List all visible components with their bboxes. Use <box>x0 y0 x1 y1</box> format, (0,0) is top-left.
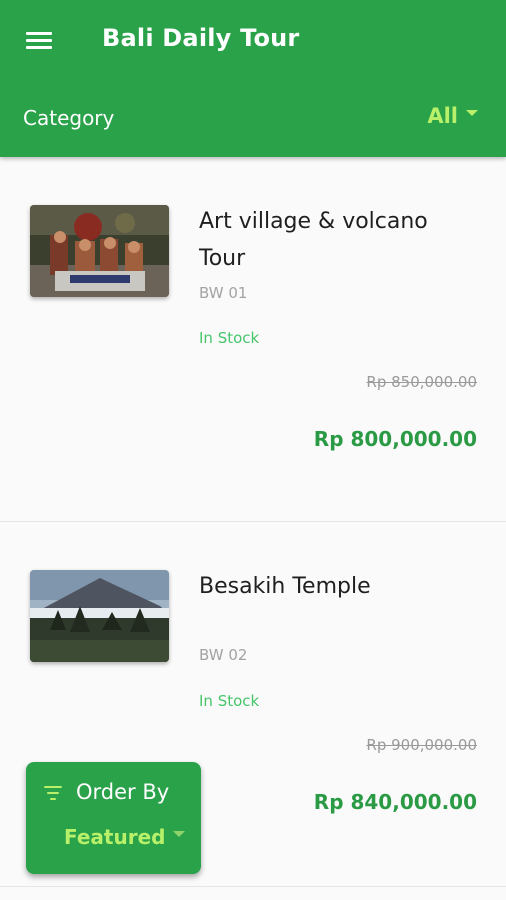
stock-status: In Stock <box>199 329 260 347</box>
product-code: BW 02 <box>199 646 248 664</box>
product-title: Besakih Temple <box>199 574 371 599</box>
sale-price: Rp 800,000.00 <box>313 427 477 451</box>
product-card[interactable]: Art village & volcano Tour BW 01 In Stoc… <box>0 157 506 522</box>
category-label: Category <box>23 106 115 130</box>
order-by-value: Featured <box>64 825 166 849</box>
order-by-select[interactable]: Featured <box>64 825 186 849</box>
app-title: Bali Daily Tour <box>102 24 300 52</box>
order-by-button[interactable]: Order By Featured <box>26 762 201 874</box>
filter-icon <box>44 786 62 800</box>
caret-down-icon <box>466 110 478 116</box>
product-image <box>30 570 169 662</box>
original-price: Rp 850,000.00 <box>366 373 477 391</box>
original-price: Rp 900,000.00 <box>366 736 477 754</box>
category-value: All <box>427 104 458 128</box>
stock-status: In Stock <box>199 692 260 710</box>
product-title: Art village & volcano Tour <box>199 209 428 271</box>
product-image <box>30 205 169 297</box>
sale-price: Rp 840,000.00 <box>313 790 477 814</box>
order-by-label: Order By <box>76 780 170 804</box>
category-dropdown[interactable]: All <box>427 104 478 128</box>
menu-icon[interactable] <box>26 30 54 52</box>
caret-down-icon <box>173 831 186 837</box>
product-code: BW 01 <box>199 284 248 302</box>
app-bar: Bali Daily Tour Category All <box>0 0 506 157</box>
